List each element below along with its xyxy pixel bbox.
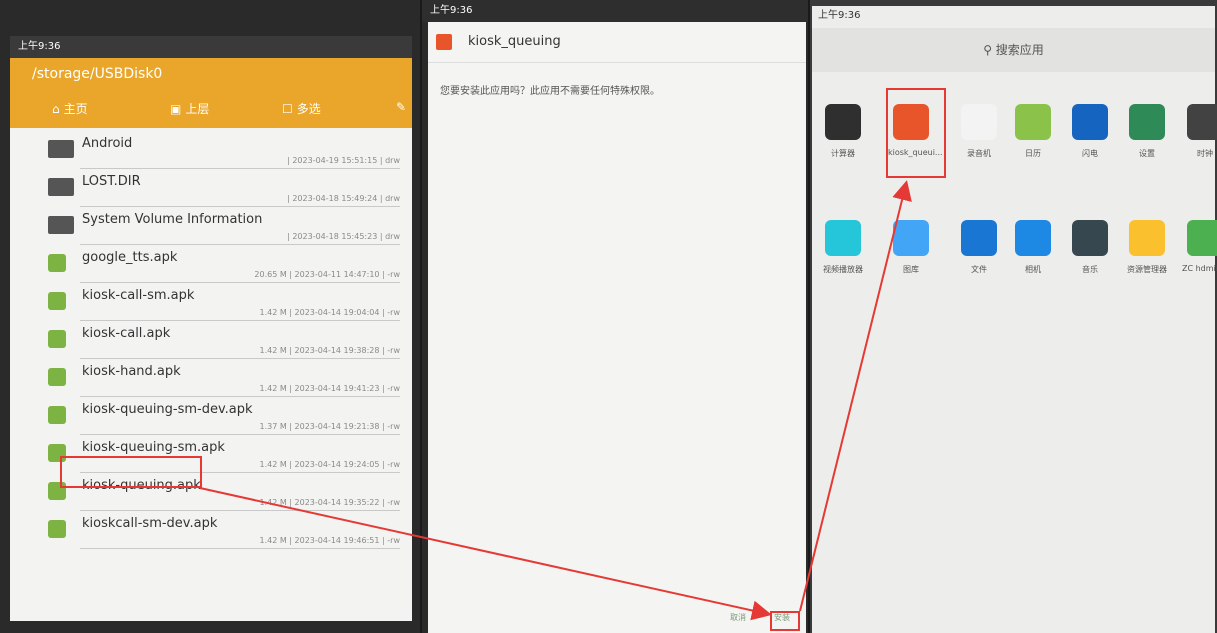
arrow-to-launcher: [799, 180, 912, 612]
annotation-arrows: [199, 180, 912, 621]
arrow-to-install: [199, 487, 772, 621]
